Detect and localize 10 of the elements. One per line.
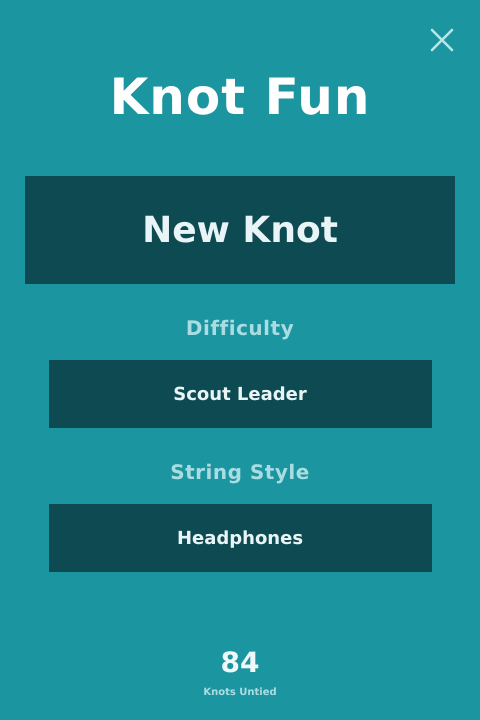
setting-button[interactable]: Headphones — [48, 504, 432, 572]
setting-button[interactable]: Scout Leader — [48, 360, 432, 428]
close-icon — [430, 28, 454, 52]
knot-count: 84 — [220, 647, 260, 679]
setting-label: String Style — [170, 460, 310, 484]
setting-label: Difficulty — [186, 316, 294, 340]
app-title: Knot Fun — [110, 67, 370, 128]
new-knot-button[interactable]: New Knot — [25, 176, 455, 284]
close-button[interactable] — [430, 28, 454, 52]
count-caption: Knots Untied — [203, 687, 277, 698]
